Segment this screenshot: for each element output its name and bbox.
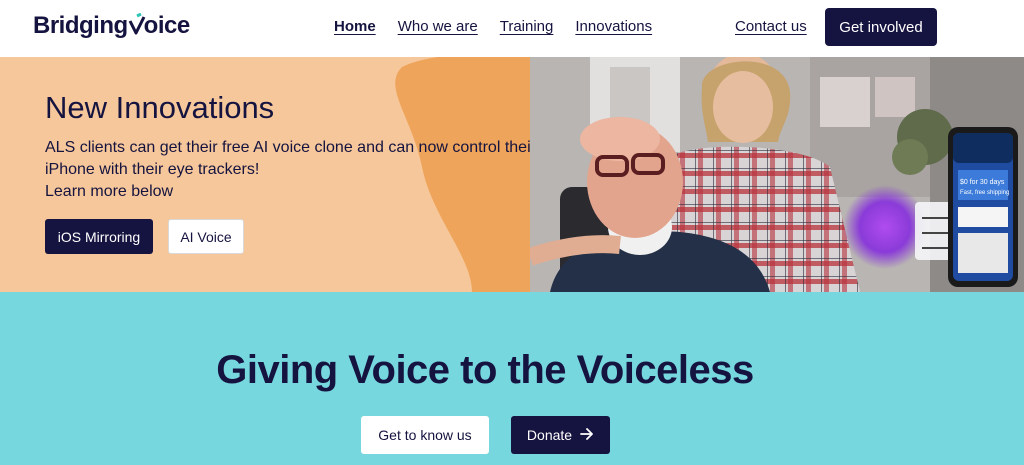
- hero-line-2: iPhone with their eye trackers!: [45, 161, 260, 178]
- ios-mirroring-button[interactable]: iOS Mirroring: [45, 219, 153, 254]
- nav-who-we-are[interactable]: Who we are: [398, 18, 478, 35]
- phone-promo-line-2: Fast, free shipping: [960, 190, 1009, 196]
- ai-voice-button[interactable]: AI Voice: [168, 219, 244, 254]
- logo-text-bridging: Bridging: [33, 12, 128, 39]
- nav-contact-us[interactable]: Contact us: [735, 18, 807, 35]
- main-nav: Home Who we are Training Innovations: [334, 18, 674, 35]
- hero-section: New Innovations ALS clients can get thei…: [0, 57, 1024, 292]
- mission-title: Giving Voice to the Voiceless: [216, 348, 754, 392]
- get-to-know-us-button[interactable]: Get to know us: [361, 416, 489, 454]
- phone-promo-line-1: $0 for 30 days: [960, 179, 1005, 186]
- arrow-right-icon: [580, 427, 594, 443]
- hero-line-1: ALS clients can get their free AI voice …: [45, 139, 536, 156]
- hero-photo: $0 for 30 days Fast, free shipping: [530, 57, 1024, 292]
- hero-title: New Innovations: [45, 90, 275, 125]
- logo-text-oice: oice: [143, 12, 191, 39]
- nav-home[interactable]: Home: [334, 18, 376, 35]
- logo-check-icon: [128, 13, 145, 35]
- donate-label: Donate: [526, 427, 573, 443]
- logo[interactable]: Bridging oice: [33, 11, 190, 41]
- donate-button[interactable]: Donate: [511, 416, 610, 454]
- site-header: Bridging oice Home Who we are Training I…: [0, 0, 1024, 57]
- hero-line-3: Learn more below: [45, 183, 174, 200]
- nav-training[interactable]: Training: [500, 18, 554, 35]
- nav-innovations[interactable]: Innovations: [575, 18, 652, 35]
- hero-description: ALS clients can get their free AI voice …: [45, 137, 545, 203]
- mission-band: Giving Voice to the Voiceless Get to kno…: [0, 292, 1024, 465]
- get-involved-button[interactable]: Get involved: [825, 8, 937, 46]
